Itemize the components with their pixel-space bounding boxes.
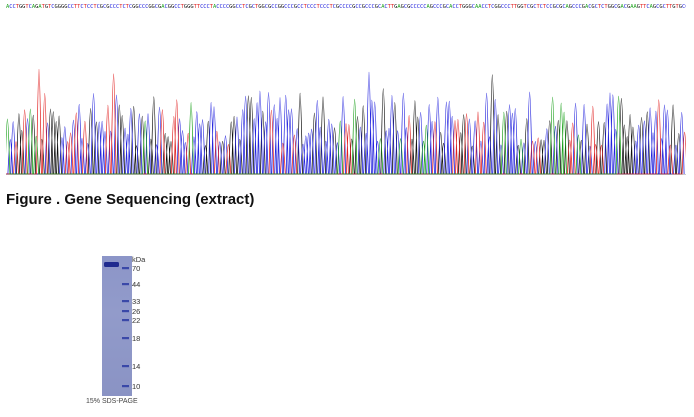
trace-T: [6, 68, 686, 175]
marker-label-14: 14: [132, 362, 141, 371]
chromatogram-trace: [6, 68, 686, 175]
marker-band-14: [122, 365, 129, 368]
marker-band-18: [122, 337, 129, 340]
sds-page-gel: kDa 70 44 33 26 22 18 14 10 15% SDS-PAGE: [80, 250, 180, 410]
marker-band-44: [122, 283, 129, 286]
gel-caption: 15% SDS-PAGE: [86, 398, 138, 405]
trace-C: [6, 71, 685, 175]
gel-bands: [104, 262, 129, 388]
marker-label-22: 22: [132, 316, 141, 325]
marker-label-26: 26: [132, 307, 141, 316]
marker-band-22: [122, 319, 129, 322]
marker-band-33: [122, 300, 129, 303]
sequence-text: ACCTGGTCAGATGTCGGGGCCTTCTCCTCGCGCCCTCTCG…: [6, 4, 686, 10]
kda-unit-label: kDa: [132, 255, 146, 264]
marker-label-70: 70: [132, 264, 141, 273]
marker-label-33: 33: [132, 297, 141, 306]
marker-band-70: [122, 267, 129, 270]
marker-label-18: 18: [132, 334, 141, 343]
marker-band-26: [122, 310, 129, 313]
figure-caption: Figure . Gene Sequencing (extract): [6, 191, 255, 208]
marker-label-44: 44: [132, 280, 141, 289]
sample-band: [104, 262, 119, 267]
marker-label-10: 10: [132, 382, 141, 391]
marker-band-10: [122, 385, 129, 388]
